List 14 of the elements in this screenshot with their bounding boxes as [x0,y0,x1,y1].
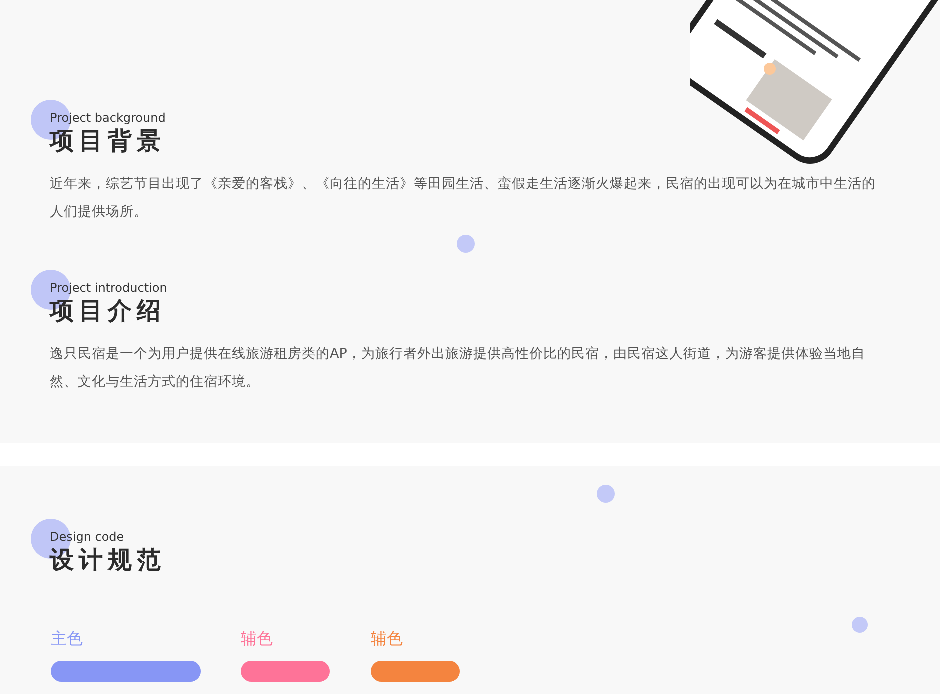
section-paragraph: 近年来，综艺节目出现了《亲爱的客栈》、《向往的生活》等田园生活、蛮假走生活逐渐火爆起来，民宿的出现可以为在城市中生活的人们提供场所。 [50,175,877,222]
color-name: 辅色 [371,629,404,649]
decorative-dot [852,617,868,633]
section-subtitle: Project background [50,110,167,125]
section-title: 项目背景 [50,126,167,156]
section-title: 设计规范 [50,545,167,575]
color-name: 主色 [51,629,84,649]
section-subtitle: Design code [50,529,126,544]
section-title: 项目介绍 [50,296,167,326]
color-name: 辅色 [241,629,274,649]
decorative-dot [597,485,615,503]
section-paragraph: 逸只民宿是一个为用户提供在线旅游租房类的AP，为旅行者外出旅游提供高性价比的民宿，由民宿这人街道，为游客提供体验当地自然、文化与生活方式的住宿环境。 [50,345,866,392]
section-subtitle: Project introduction [50,280,168,295]
decorative-dot [457,235,475,253]
